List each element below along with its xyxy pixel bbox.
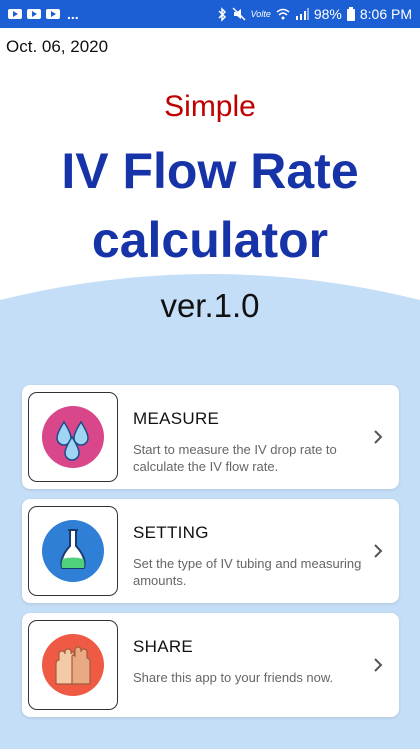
youtube-notification-icon: [8, 9, 22, 19]
app-title-line-2: calculator: [91, 212, 329, 268]
setting-description: Set the type of IV tubing and measuring …: [133, 556, 362, 588]
share-title: SHARE: [133, 637, 194, 656]
bluetooth-icon: [218, 6, 226, 22]
share-card[interactable]: SHARE Share this app to your friends now…: [22, 613, 399, 717]
water-drops-icon: [42, 406, 104, 468]
flask-icon: [42, 520, 104, 582]
signal-icon: [295, 8, 309, 20]
youtube-notification-icon: [27, 9, 41, 19]
setting-title: SETTING: [133, 523, 209, 542]
chevron-right-icon: [374, 658, 383, 672]
status-bar: ... Volte 98% 8:06 PM: [0, 0, 420, 28]
more-notifications-indicator: ...: [67, 6, 79, 22]
hands-icon: [42, 634, 104, 696]
measure-title: MEASURE: [133, 409, 220, 428]
measure-description: Start to measure the IV drop rate to cal…: [133, 442, 337, 474]
wifi-icon: [276, 8, 290, 20]
share-description: Share this app to your friends now.: [133, 670, 334, 685]
chevron-right-icon: [374, 544, 383, 558]
share-icon-box: [28, 620, 118, 710]
setting-icon-box: [28, 506, 118, 596]
app-version: ver.1.0: [160, 287, 260, 324]
app-subtitle: Simple: [164, 90, 256, 123]
volte-indicator: Volte: [250, 9, 271, 19]
battery-icon: [346, 7, 355, 21]
youtube-notification-icon: [46, 9, 60, 19]
measure-card[interactable]: MEASURE Start to measure the IV drop rat…: [22, 385, 399, 489]
setting-card[interactable]: SETTING Set the type of IV tubing and me…: [22, 499, 399, 603]
app-title-line-1: IV Flow Rate: [61, 143, 359, 199]
clock: 8:06 PM: [359, 6, 412, 22]
measure-icon-box: [28, 392, 118, 482]
battery-percent: 98%: [313, 6, 342, 22]
date-label: Oct. 06, 2020: [6, 37, 109, 56]
chevron-right-icon: [374, 430, 383, 444]
mute-icon: [232, 7, 246, 21]
